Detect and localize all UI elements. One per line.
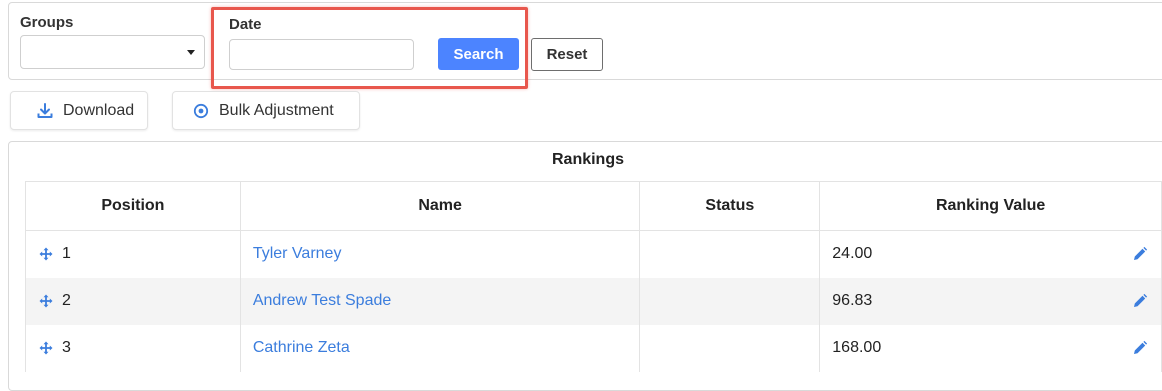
status-cell: [639, 230, 821, 278]
rankings-caption: Rankings: [551, 151, 624, 168]
player-name-link[interactable]: Andrew Test Spade: [253, 292, 391, 309]
header-status[interactable]: Status: [639, 181, 821, 231]
position-cell: 1: [25, 230, 241, 278]
status-cell: [639, 277, 821, 325]
table-row: 2 Andrew Test Spade 96.83: [25, 277, 1162, 325]
ranking-value-cell: 168.00: [819, 324, 1162, 372]
name-cell: Andrew Test Spade: [239, 277, 641, 325]
download-icon: [37, 102, 53, 119]
ranking-value: 24.00: [832, 245, 873, 263]
drag-handle-icon[interactable]: [39, 341, 53, 355]
groups-select[interactable]: [20, 35, 205, 69]
download-button[interactable]: Download: [10, 91, 148, 130]
ranking-value: 168.00: [832, 339, 882, 356]
caret-down-icon: [187, 50, 195, 55]
date-input[interactable]: [229, 39, 414, 70]
player-name-link[interactable]: Tyler Varney: [253, 245, 342, 262]
pencil-icon[interactable]: [1132, 293, 1148, 309]
ranking-value-cell: 96.83: [819, 277, 1162, 325]
pencil-icon[interactable]: [1132, 246, 1148, 262]
bulk-adjustment-label: Bulk Adjustment: [219, 101, 334, 119]
drag-handle-icon[interactable]: [39, 294, 53, 308]
header-name[interactable]: Name: [239, 181, 641, 231]
ranking-value-cell: 24.00: [819, 230, 1162, 278]
position-value: 3: [62, 339, 71, 356]
table-row: 3 Cathrine Zeta 168.00: [25, 324, 1162, 372]
header-position[interactable]: Position: [25, 181, 241, 231]
bulk-adjustment-button[interactable]: Bulk Adjustment: [172, 91, 360, 130]
name-cell: Cathrine Zeta: [239, 324, 641, 372]
drag-handle-icon[interactable]: [39, 247, 53, 261]
status-cell: [639, 324, 821, 372]
player-name-link[interactable]: Cathrine Zeta: [253, 339, 350, 356]
header-ranking-value[interactable]: Ranking Value: [819, 181, 1162, 231]
ranking-value: 96.83: [832, 292, 873, 309]
pencil-icon[interactable]: [1132, 340, 1148, 356]
name-cell: Tyler Varney: [239, 230, 641, 278]
rankings-table: Position Name Status Ranking Value 1 Tyl…: [25, 181, 1162, 372]
table-header-row: Position Name Status Ranking Value: [25, 181, 1162, 231]
download-label: Download: [63, 101, 135, 119]
search-button[interactable]: Search: [438, 38, 519, 70]
position-cell: 2: [25, 277, 241, 325]
reset-button[interactable]: Reset: [531, 38, 603, 71]
position-cell: 3: [25, 324, 241, 372]
groups-label: Groups: [20, 14, 74, 31]
position-value: 1: [62, 245, 71, 263]
position-value: 2: [62, 292, 71, 309]
table-row: 1 Tyler Varney 24.00: [25, 230, 1162, 278]
target-icon: [193, 103, 209, 119]
date-label: Date: [229, 16, 262, 33]
